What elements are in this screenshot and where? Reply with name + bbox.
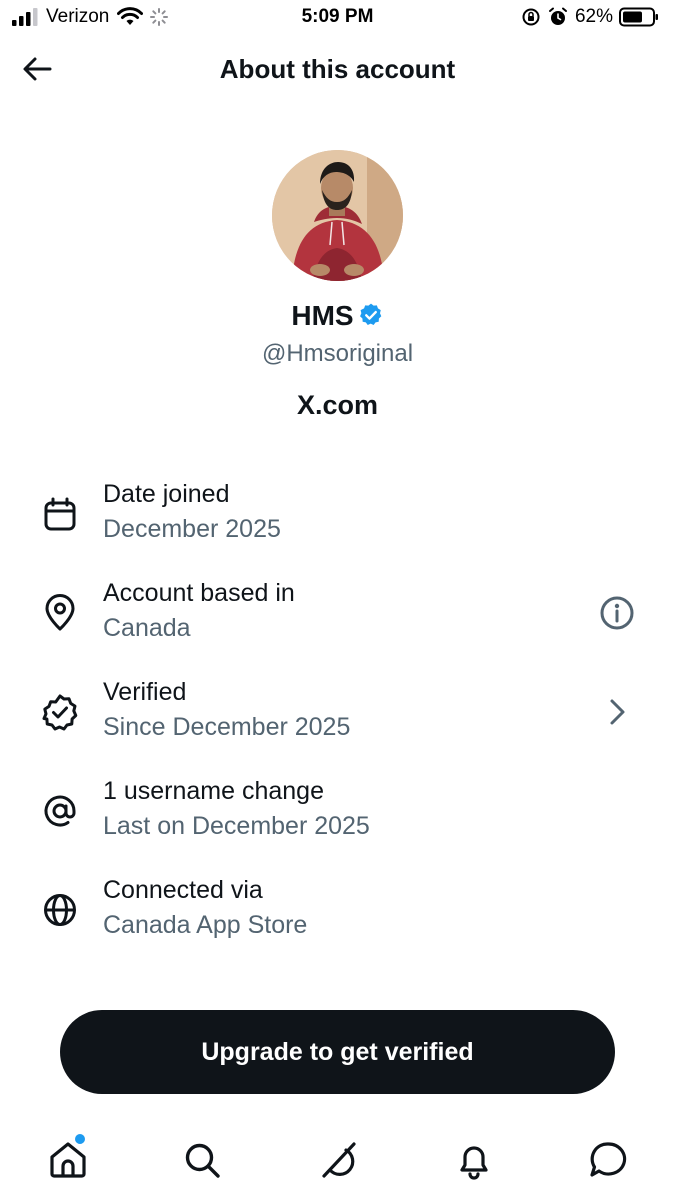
messages-icon bbox=[590, 1142, 627, 1177]
verified-details-button[interactable] bbox=[599, 694, 635, 730]
site-label: X.com bbox=[296, 390, 379, 420]
display-name: HMS bbox=[291, 300, 354, 331]
orientation-lock-icon bbox=[522, 8, 540, 26]
alarm-icon bbox=[548, 7, 567, 25]
info-row-connected-via: Connected via Canada App Store bbox=[0, 876, 675, 956]
info-row-date-joined: Date joined December 2025 bbox=[0, 480, 675, 560]
home-notification-dot bbox=[75, 1134, 85, 1144]
search-icon bbox=[185, 1143, 220, 1178]
about-account-screen: Verizon 5:09 PM 62% About this account H… bbox=[0, 0, 675, 1200]
info-title: Verified bbox=[103, 678, 187, 706]
bottom-tab-bar bbox=[0, 1128, 675, 1190]
status-bar: Verizon 5:09 PM 62% bbox=[0, 0, 675, 34]
battery-icon bbox=[619, 7, 658, 27]
tab-notifications[interactable] bbox=[452, 1138, 496, 1182]
at-sign-icon bbox=[44, 795, 76, 827]
avatar[interactable] bbox=[272, 150, 403, 281]
page-title: About this account bbox=[219, 54, 456, 84]
info-icon bbox=[600, 596, 634, 630]
home-icon bbox=[50, 1142, 86, 1178]
info-subtitle: Since December 2025 bbox=[103, 713, 351, 741]
display-name-row: HMS bbox=[0, 300, 675, 335]
info-subtitle: Last on December 2025 bbox=[103, 812, 370, 840]
header: About this account bbox=[0, 40, 675, 100]
globe-icon bbox=[44, 894, 76, 926]
info-title: Connected via bbox=[103, 876, 263, 904]
info-subtitle: Canada App Store bbox=[103, 911, 308, 939]
info-row-username-change: 1 username change Last on December 2025 bbox=[0, 777, 675, 857]
battery-percent: 62% bbox=[574, 6, 613, 27]
info-title: Date joined bbox=[103, 480, 230, 508]
info-row-account-based-in: Account based in Canada bbox=[0, 579, 675, 659]
tab-home[interactable] bbox=[46, 1138, 90, 1182]
status-bar-right: 62% bbox=[521, 6, 659, 28]
avatar-image bbox=[272, 150, 403, 281]
tab-search[interactable] bbox=[180, 1138, 224, 1182]
info-row-verified[interactable]: Verified Since December 2025 bbox=[0, 678, 675, 758]
chevron-right-icon bbox=[610, 699, 625, 725]
verified-badge-icon bbox=[42, 694, 78, 731]
info-button[interactable] bbox=[599, 595, 635, 631]
info-subtitle: Canada bbox=[103, 614, 191, 642]
handle: @Hmsoriginal bbox=[261, 340, 414, 367]
tab-messages[interactable] bbox=[586, 1138, 630, 1182]
calendar-icon bbox=[44, 497, 76, 531]
grok-icon bbox=[322, 1142, 356, 1178]
info-title: Account based in bbox=[103, 579, 295, 607]
location-pin-icon bbox=[45, 594, 75, 631]
upgrade-verified-button[interactable]: Upgrade to get verified bbox=[60, 1010, 615, 1094]
tab-grok[interactable] bbox=[316, 1138, 360, 1182]
info-subtitle: December 2025 bbox=[103, 515, 281, 543]
notifications-icon bbox=[460, 1146, 488, 1180]
verified-badge-icon bbox=[358, 302, 384, 335]
info-title: 1 username change bbox=[103, 777, 324, 805]
